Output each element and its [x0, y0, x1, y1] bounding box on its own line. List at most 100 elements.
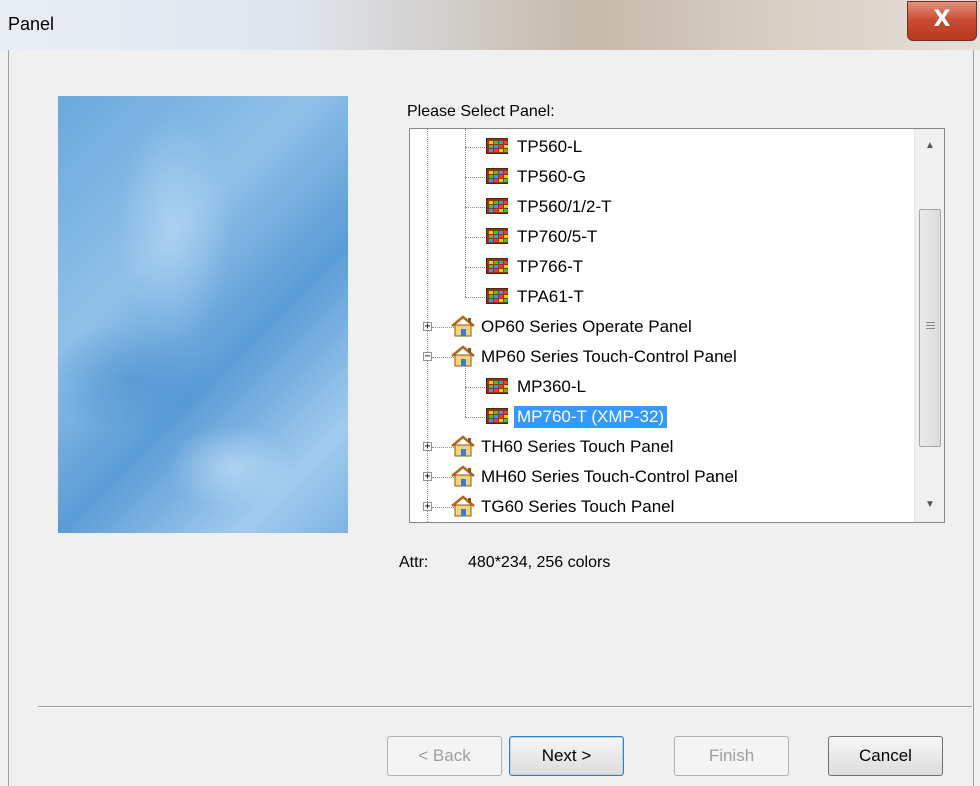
finish-button[interactable]: Finish	[674, 736, 789, 776]
window-title: Panel	[8, 14, 55, 34]
next-button[interactable]: Next >	[509, 736, 624, 776]
tree-line	[465, 267, 485, 268]
tree-series-item[interactable]: + TH60 Series Touch Panel	[410, 433, 910, 463]
panel-icon-cell	[499, 269, 503, 272]
tree-series-item[interactable]: + TG60 Series Touch Panel	[410, 493, 910, 522]
panel-icon-cell	[504, 175, 508, 178]
panel-icon-cell	[494, 239, 498, 242]
panel-icon-cell	[499, 145, 503, 148]
panel-grid-icon	[486, 228, 508, 244]
panel-icon-cell	[504, 381, 508, 384]
panel-icon-cell	[494, 141, 498, 144]
panel-icon-cell	[499, 209, 503, 212]
panel-icon-cell	[499, 239, 503, 242]
panel-icon-cell	[504, 299, 508, 302]
panel-icon-cell	[499, 299, 503, 302]
panel-icon-cell	[494, 295, 498, 298]
panel-icon-cell	[494, 201, 498, 204]
tree-model-item[interactable]: TP560-L	[410, 133, 910, 163]
panel-icon-cell	[499, 385, 503, 388]
panel-icon-cell	[489, 145, 493, 148]
panel-icon-cell	[489, 415, 493, 418]
panel-icon-cell	[504, 411, 508, 414]
tree-model-item[interactable]: MP760-T (XMP-32)	[410, 403, 910, 433]
cancel-button[interactable]: Cancel	[828, 736, 943, 776]
panel-icon-cell	[494, 149, 498, 152]
panel-icon-cell	[504, 389, 508, 392]
panel-icon-cell	[494, 179, 498, 182]
scroll-thumb[interactable]	[919, 209, 941, 447]
house-folder-icon	[451, 495, 475, 517]
panel-icon-cell	[494, 389, 498, 392]
panel-icon-cell	[504, 261, 508, 264]
expand-icon[interactable]: +	[423, 442, 432, 452]
panel-grid-icon	[486, 168, 508, 184]
panel-icon-cell	[494, 175, 498, 178]
panel-icon-cell	[504, 145, 508, 148]
tree-model-item[interactable]: TPA61-T	[410, 283, 910, 313]
panel-icon-cell	[489, 295, 493, 298]
panel-icon-cell	[504, 415, 508, 418]
panel-icon-cell	[494, 415, 498, 418]
attr-label: Attr:	[399, 554, 429, 571]
panel-icon-cell	[494, 205, 498, 208]
panel-icon-cell	[504, 419, 508, 422]
panel-icon-cell	[494, 171, 498, 174]
attr-value: 480*234, 256 colors	[468, 554, 611, 571]
panel-icon-cell	[494, 269, 498, 272]
tree-line	[465, 387, 485, 388]
panel-icon-cell	[499, 381, 503, 384]
collapse-icon[interactable]: −	[423, 352, 432, 362]
tree-item-label: TPA61-T	[517, 287, 584, 306]
panel-icon-cell	[499, 205, 503, 208]
panel-icon-cell	[494, 265, 498, 268]
panel-icon-cell	[504, 205, 508, 208]
tree-model-item[interactable]: TP560/1/2-T	[410, 193, 910, 223]
expand-icon[interactable]: +	[423, 322, 432, 332]
panel-icon-cell	[504, 209, 508, 212]
back-button[interactable]: < Back	[387, 736, 502, 776]
tree-line	[465, 417, 485, 418]
panel-icon-cell	[489, 265, 493, 268]
separator	[38, 706, 972, 708]
panel-icon-cell	[494, 209, 498, 212]
panel-icon-cell	[489, 205, 493, 208]
panel-icon-cell	[504, 179, 508, 182]
tree-series-item[interactable]: + MH60 Series Touch-Control Panel	[410, 463, 910, 493]
panel-icon-cell	[489, 235, 493, 238]
panel-icon-cell	[494, 231, 498, 234]
panel-icon-cell	[504, 265, 508, 268]
close-button[interactable]: X	[907, 1, 977, 41]
vertical-scrollbar[interactable]: ▲ ▼	[914, 129, 944, 522]
panel-icon-cell	[489, 261, 493, 264]
scroll-down-icon[interactable]: ▼	[915, 488, 944, 522]
tree-item-label: MP60 Series Touch-Control Panel	[481, 347, 737, 366]
tree-model-item[interactable]: TP560-G	[410, 163, 910, 193]
panel-grid-icon	[486, 408, 508, 424]
scroll-up-icon[interactable]: ▲	[915, 129, 944, 163]
panel-tree[interactable]: TP560-L TP560-G TP560/1/2-T TP760/5-T TP766-…	[409, 128, 945, 523]
tree-model-item[interactable]: TP760/5-T	[410, 223, 910, 253]
panel-icon-cell	[489, 381, 493, 384]
tree-model-item[interactable]: TP766-T	[410, 253, 910, 283]
panel-icon-cell	[499, 265, 503, 268]
panel-icon-cell	[489, 385, 493, 388]
panel-icon-cell	[489, 419, 493, 422]
panel-icon-cell	[489, 389, 493, 392]
tree-line	[465, 147, 485, 148]
panel-icon-cell	[504, 201, 508, 204]
panel-icon-cell	[489, 179, 493, 182]
house-folder-icon	[451, 435, 475, 457]
expand-icon[interactable]: +	[423, 502, 432, 512]
tree-series-item[interactable]: + OP60 Series Operate Panel	[410, 313, 910, 343]
panel-icon-cell	[499, 235, 503, 238]
panel-icon-cell	[489, 269, 493, 272]
panel-icon-cell	[504, 235, 508, 238]
expand-icon[interactable]: +	[423, 472, 432, 482]
tree-model-item[interactable]: MP360-L	[410, 373, 910, 403]
panel-icon-cell	[489, 209, 493, 212]
panel-icon-cell	[499, 295, 503, 298]
tree-series-item[interactable]: − MP60 Series Touch-Control Panel	[410, 343, 910, 373]
title-bar: Panel X	[0, 0, 980, 50]
panel-icon-cell	[504, 231, 508, 234]
